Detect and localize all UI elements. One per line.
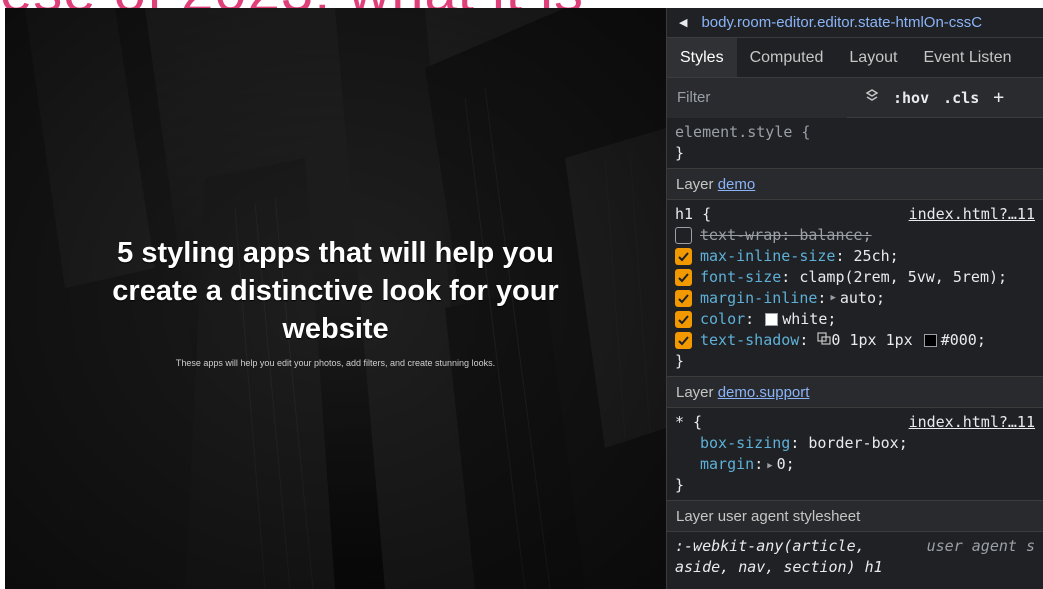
decl-text-shadow[interactable]: text-shadow: 0 1px 1px #000; [675, 330, 1035, 351]
devtools-panel: ◀ body.room-editor.editor.state-htmlOn-c… [666, 8, 1043, 589]
layer-demo-link[interactable]: demo [718, 176, 756, 193]
hero-heading: 5 styling apps that will help you create… [112, 237, 559, 345]
decl-text-wrap[interactable]: text-wrap: balance; [675, 225, 1035, 246]
filter-input[interactable]: Filter [667, 77, 847, 118]
hero-subtitle: These apps will help you edit your photo… [175, 358, 496, 368]
decl-value[interactable]: border-box [808, 434, 898, 452]
ua-selector[interactable]: :-webkit-any(article, [675, 536, 865, 557]
layer-demo-header: Layer demo [667, 169, 1043, 200]
layer-ua-header: Layer user agent stylesheet [667, 501, 1043, 532]
hero: 5 styling apps that will help you create… [5, 234, 666, 368]
layer-label: Layer [676, 384, 714, 401]
breadcrumb-back-icon[interactable]: ◀ [679, 16, 687, 29]
element-style-close: } [675, 144, 685, 162]
decl-value-color[interactable]: #000 [941, 330, 977, 351]
decl-value[interactable]: auto [840, 288, 876, 309]
decl-value[interactable]: 0 1px 1px [831, 330, 912, 351]
decl-margin[interactable]: margin: ▶ 0; [675, 454, 1035, 475]
hov-button[interactable]: :hov [893, 89, 929, 107]
decl-property[interactable]: color [700, 309, 745, 330]
decl-property[interactable]: max-inline-size [700, 246, 835, 267]
decl-checkbox[interactable] [675, 248, 692, 265]
element-style-rule[interactable]: element.style { } [667, 118, 1043, 169]
ua-selector-cont[interactable]: aside, nav, section) h1 [675, 558, 883, 576]
decl-value[interactable]: balance [799, 226, 862, 244]
color-swatch-white[interactable] [765, 313, 779, 326]
decl-property[interactable]: margin [700, 455, 754, 473]
ua-source: user agent s [926, 537, 1035, 555]
tab-computed[interactable]: Computed [737, 38, 837, 77]
decl-property[interactable]: box-sizing [700, 434, 790, 452]
decl-property[interactable]: font-size [700, 267, 781, 288]
decl-checkbox[interactable] [675, 290, 692, 307]
universal-rule: * { index.html?…11 box-sizing: border-bo… [667, 408, 1043, 501]
decl-margin-inline[interactable]: margin-inline: ▶ auto; [675, 288, 1035, 309]
devtools-tabs: Styles Computed Layout Event Listen [667, 38, 1043, 78]
decl-checkbox[interactable] [675, 332, 692, 349]
ua-rule: :-webkit-any(article, user agent s aside… [667, 532, 1043, 582]
decl-color[interactable]: color: white; [675, 309, 1035, 330]
decl-value[interactable]: 0 [777, 455, 786, 473]
layer-label: Layer [676, 176, 714, 193]
decl-value[interactable]: clamp(2rem, 5vw, 5rem) [799, 267, 998, 288]
decl-checkbox[interactable] [675, 269, 692, 286]
toggle-renderings-icon[interactable] [865, 88, 879, 107]
h1-rule: h1 { index.html?…11 text-wrap: balance; … [667, 200, 1043, 377]
decl-value[interactable]: white [782, 309, 827, 330]
h1-rule-close: } [675, 352, 685, 370]
universal-rule-close: } [675, 476, 685, 494]
new-rule-button[interactable]: + [993, 87, 1004, 108]
shadow-editor-icon[interactable] [817, 330, 832, 351]
expand-triangle-icon[interactable]: ▶ [830, 288, 835, 309]
decl-property[interactable]: text-wrap [700, 226, 781, 244]
h1-selector[interactable]: h1 { [675, 204, 711, 225]
styles-toolbar: Filter :hov .cls + [667, 77, 1043, 118]
h1-source-link[interactable]: index.html?…11 [909, 204, 1035, 225]
universal-selector[interactable]: * { [675, 412, 702, 433]
expand-triangle-icon[interactable]: ▶ [767, 461, 772, 471]
layer-demo-support-link[interactable]: demo.support [718, 384, 810, 401]
decl-checkbox[interactable] [675, 227, 692, 244]
tab-layout[interactable]: Layout [836, 38, 910, 77]
tab-styles[interactable]: Styles [667, 38, 737, 77]
decl-checkbox[interactable] [675, 311, 692, 328]
decl-value[interactable]: 25ch [854, 246, 890, 267]
element-style-selector: element.style { [675, 123, 811, 141]
decl-property[interactable]: margin-inline [700, 288, 817, 309]
breadcrumb-text[interactable]: body.room-editor.editor.state-htmlOn-css… [701, 14, 982, 31]
color-swatch-black[interactable] [923, 334, 937, 347]
element-breadcrumb[interactable]: ◀ body.room-editor.editor.state-htmlOn-c… [667, 8, 1043, 38]
tab-event-listeners[interactable]: Event Listen [910, 38, 1024, 77]
decl-box-sizing[interactable]: box-sizing: border-box; [675, 433, 1035, 454]
decl-property[interactable]: text-shadow [700, 330, 799, 351]
layer-demo-support-header: Layer demo.support [667, 377, 1043, 408]
decl-max-inline-size[interactable]: max-inline-size: 25ch; [675, 246, 1035, 267]
cls-button[interactable]: .cls [943, 89, 979, 107]
decl-font-size[interactable]: font-size: clamp(2rem, 5vw, 5rem); [675, 267, 1035, 288]
page-preview: 5 styling apps that will help you create… [5, 8, 666, 589]
universal-source-link[interactable]: index.html?…11 [909, 412, 1035, 433]
